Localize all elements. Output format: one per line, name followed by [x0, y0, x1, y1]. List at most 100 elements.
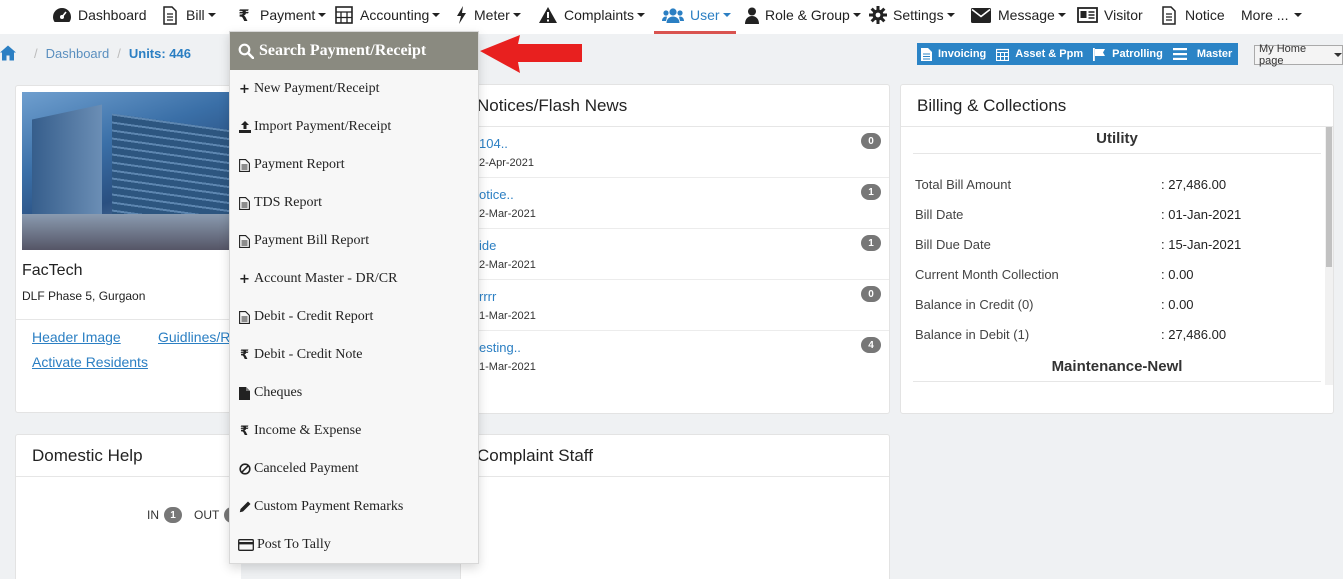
activate-residents-link[interactable]: Activate Residents — [32, 354, 148, 370]
billing-panel: Billing & Collections Utility Total Bill… — [900, 84, 1334, 414]
society-name: FacTech — [22, 262, 83, 279]
notice-date: 1-Mar-2021 — [479, 310, 536, 322]
notice-title[interactable]: esting.. — [479, 340, 521, 355]
menu-item-cheques[interactable]: Cheques — [230, 374, 478, 412]
billing-row-label: Balance in Debit (1) — [915, 327, 1030, 342]
nav-message[interactable]: Message — [970, 0, 1066, 30]
menu-item-new-payment[interactable]: + New Payment/Receipt — [230, 70, 478, 108]
rupee-icon: ₹ — [238, 5, 250, 25]
billing-row-value: : 15-Jan-2021 — [1161, 237, 1242, 252]
notice-item[interactable]: 104.. 2-Apr-2021 0 — [461, 127, 889, 178]
menu-item-label: Payment Report — [254, 157, 345, 172]
billing-row-value: : 27,486.00 — [1161, 327, 1227, 342]
notice-date: 2-Apr-2021 — [479, 157, 535, 169]
notice-date: 2-Mar-2021 — [479, 259, 536, 271]
notice-title[interactable]: 104.. — [479, 136, 508, 151]
menu-item-import-payment[interactable]: Import Payment/Receipt — [230, 108, 478, 146]
nav-bill[interactable]: Bill — [160, 0, 216, 30]
bill-icon — [160, 5, 180, 25]
billing-row-value: : 0.00 — [1161, 297, 1194, 312]
credit-card-icon — [238, 539, 254, 551]
home-page-select[interactable]: My Home page — [1254, 43, 1343, 67]
billing-row-value: : 0.00 — [1161, 267, 1194, 282]
society-header-image — [22, 92, 236, 250]
flag-icon — [1093, 47, 1106, 61]
quick-asset-ppm[interactable]: Asset & Ppm — [992, 43, 1089, 65]
home-icon[interactable] — [0, 45, 16, 61]
chevron-down-icon — [722, 13, 731, 17]
nav-visitor-label: Visitor — [1104, 7, 1143, 23]
search-payment-receipt-item[interactable]: Search Payment/Receipt — [230, 32, 478, 70]
menu-item-payment-bill-report[interactable]: Payment Bill Report — [230, 222, 478, 260]
chevron-down-icon — [637, 13, 646, 17]
nav-notice-label: Notice — [1185, 7, 1225, 23]
guidelines-link[interactable]: Guidlines/R — [158, 329, 230, 345]
nav-payment[interactable]: ₹ Payment — [234, 0, 327, 30]
quick-links-bar: Invoicing Asset & Ppm Patrolling Master — [917, 43, 1239, 65]
quick-patrolling-label: Patrolling — [1112, 48, 1163, 60]
billing-row-value: : 27,486.00 — [1161, 177, 1227, 192]
billing-row: Total Bill Amount : 27,486.00 — [915, 177, 1315, 192]
notice-title[interactable]: rrrr — [479, 289, 496, 304]
menu-item-label: Debit - Credit Report — [254, 309, 374, 324]
menu-item-debit-credit-report[interactable]: Debit - Credit Report — [230, 298, 478, 336]
breadcrumb-dashboard[interactable]: Dashboard — [46, 46, 110, 61]
header-image-link[interactable]: Header Image — [32, 329, 121, 345]
scrollbar-thumb[interactable] — [1326, 127, 1332, 267]
menu-item-payment-report[interactable]: Payment Report — [230, 146, 478, 184]
nav-complaints[interactable]: Complaints — [538, 0, 646, 30]
menu-item-post-to-tally[interactable]: Post To Tally — [230, 526, 478, 564]
search-icon — [238, 43, 254, 59]
notice-item[interactable]: otice.. 2-Mar-2021 1 — [461, 178, 889, 229]
dashboard-icon — [52, 5, 72, 25]
nav-payment-label: Payment — [260, 7, 316, 23]
quick-master[interactable]: Master — [1169, 43, 1238, 65]
menu-item-income-expense[interactable]: ₹ Income & Expense — [230, 412, 478, 450]
billing-row-label: Bill Date — [915, 207, 964, 222]
billing-row-value: : 01-Jan-2021 — [1161, 207, 1242, 222]
gear-icon — [869, 5, 887, 25]
nav-notice[interactable]: Notice — [1159, 0, 1225, 30]
quick-invoicing[interactable]: Invoicing — [917, 43, 992, 65]
menu-item-account-master[interactable]: + Account Master - DR/CR — [230, 260, 478, 298]
society-profile-panel: FacTech DLF Phase 5, Gurgaon Header Imag… — [15, 85, 241, 413]
breadcrumb: / Dashboard / Units: 446 — [0, 42, 191, 64]
warning-icon — [538, 5, 558, 25]
nav-visitor[interactable]: Visitor — [1076, 0, 1143, 30]
domestic-in-badge: 1 — [164, 507, 182, 523]
nav-settings[interactable]: Settings — [869, 0, 955, 30]
notice-count-badge: 0 — [861, 286, 881, 302]
menu-item-tds-report[interactable]: TDS Report — [230, 184, 478, 222]
menu-item-label: Cheques — [254, 385, 303, 400]
nav-more[interactable]: More ... — [1241, 0, 1303, 30]
notice-title[interactable]: otice.. — [479, 187, 514, 202]
divider — [913, 153, 1321, 154]
nav-meter[interactable]: Meter — [454, 0, 521, 30]
menu-item-label: Payment Bill Report — [254, 233, 370, 248]
billing-scrollbar[interactable] — [1325, 127, 1333, 385]
notice-item[interactable]: rrrr 1-Mar-2021 0 — [461, 280, 889, 331]
quick-patrolling[interactable]: Patrolling — [1089, 43, 1169, 65]
notice-item[interactable]: ide 2-Mar-2021 1 — [461, 229, 889, 280]
payment-dropdown-menu: Search Payment/Receipt + New Payment/Rec… — [229, 31, 479, 564]
menu-item-canceled-payment[interactable]: Canceled Payment — [230, 450, 478, 488]
nav-role-group[interactable]: Role & Group — [745, 0, 861, 30]
nav-user[interactable]: User — [662, 0, 731, 30]
calendar-icon — [996, 48, 1010, 61]
nav-dashboard[interactable]: Dashboard — [52, 0, 147, 30]
domestic-in-count[interactable]: IN 1 — [147, 507, 182, 523]
menu-item-label: New Payment/Receipt — [254, 81, 380, 96]
nav-accounting[interactable]: Accounting — [334, 0, 441, 30]
notice-item[interactable]: esting.. 1-Mar-2021 4 — [461, 331, 889, 382]
billing-title: Billing & Collections — [901, 85, 1333, 127]
notice-title[interactable]: ide — [479, 238, 496, 253]
domestic-out-count[interactable]: OUT — [194, 507, 233, 523]
bolt-icon — [454, 5, 468, 25]
chevron-down-icon — [318, 13, 327, 17]
billing-row-label: Balance in Credit (0) — [915, 297, 1034, 312]
divider — [16, 319, 230, 320]
ban-icon — [238, 463, 251, 475]
file-icon — [238, 234, 251, 248]
menu-item-debit-credit-note[interactable]: ₹ Debit - Credit Note — [230, 336, 478, 374]
menu-item-custom-remarks[interactable]: Custom Payment Remarks — [230, 488, 478, 526]
